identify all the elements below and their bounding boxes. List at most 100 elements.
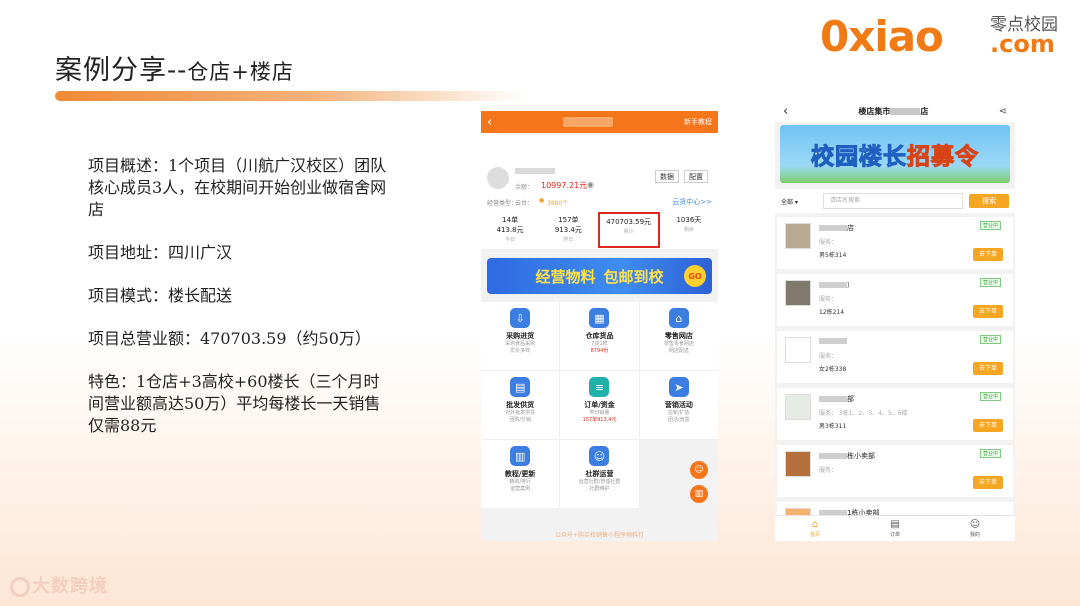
menu-desc: 优价多样 (510, 348, 531, 354)
building-store-app-screenshot: ‹ 楼店集市店 ⋖ 校园楼长 招募令 全部 ▾ 请店名搜索 搜索 店 服务： 男5… (775, 100, 1015, 541)
stat-today: 14单 413.8元 今日 (481, 215, 539, 248)
banner-right-text: 包邮到校 (603, 267, 664, 286)
menu-community[interactable]: ☺ 社群运营 运营社群/管理社群 社群维护 (560, 440, 639, 508)
store-name-redacted (563, 117, 614, 127)
tab-mine[interactable]: ☺ 我的 (935, 516, 1015, 541)
status-badge: 营业中 (979, 392, 1001, 401)
menu-label: 教程/更新 (504, 470, 536, 478)
stat-label: 累计 (623, 229, 634, 235)
menu-desc: 团活/盲盒 (667, 417, 690, 423)
name-redacted (819, 282, 847, 288)
menu-warehouse[interactable]: ▦ 仓库货品 7货1样 8794份 (560, 302, 639, 370)
tutorial-link[interactable]: 新手教程 (684, 117, 712, 127)
balance-value: 10997.21元 (541, 181, 588, 190)
list-item[interactable]: 店 服务： 男5栋314 营业中 去下单 (777, 217, 1013, 269)
menu-orders-funds[interactable]: ≡ 订单/资金 昨日销量 157单913.4元 (560, 371, 639, 439)
watermark: 大数跨境 (10, 572, 108, 598)
back-arrow-icon[interactable]: ‹ (487, 116, 492, 129)
book-icon: ▥ (510, 446, 531, 466)
customer-service-icon[interactable]: ☺ (690, 461, 708, 479)
stat-sub: 913.4元 (554, 226, 582, 234)
account-card: 余额： 10997.21元 ◉ 数据 配置 经营类型： 云台： ● 3880个 … (481, 133, 718, 250)
store-name: 栋小卖部 (819, 451, 875, 461)
store-service: 服务： (819, 239, 838, 246)
account-name-redacted (515, 168, 555, 174)
store-name-text: 栋小卖部 (847, 452, 875, 460)
eye-icon[interactable]: ◉ (587, 180, 594, 189)
overview-text: 项目概述：1个项目（川航广汉校区）团队核心成员3人，在校期间开始创业做宿舍网店 (88, 156, 387, 219)
stat-main: 157单 (558, 216, 579, 224)
menu-desc: 精商/排行 (509, 479, 531, 485)
search-button[interactable]: 搜索 (969, 194, 1009, 208)
menu-purchase[interactable]: ⇩ 采购进货 采购食品采购 优价多样 (481, 302, 560, 370)
tab-orders[interactable]: ▤ 订单 (855, 516, 935, 541)
cloud-center-link[interactable]: 云货中心>> (672, 197, 712, 207)
list-item[interactable]: 服务： 女2栋338 营业中 去下单 (777, 331, 1013, 383)
store-service: 服务： (819, 296, 838, 303)
back-arrow-icon[interactable]: ‹ (783, 104, 788, 119)
store-icon: ⌂ (668, 308, 689, 328)
menu-retail-store[interactable]: ⌂ 零售网店 零售零食网店 网店配送 (639, 302, 718, 370)
search-bar: 全部 ▾ 请店名搜索 搜索 (775, 189, 1015, 213)
store-name-text: ） (847, 281, 854, 289)
wholesale-icon: ▤ (510, 377, 531, 397)
slide-title-sub: 仓店+楼店 (187, 60, 294, 84)
stats-row: 14单 413.8元 今日 157单 913.4元 昨日 470703.59元 … (481, 212, 718, 248)
store-service: 服务： (819, 353, 838, 360)
menu-label: 订单/资金 (584, 401, 615, 409)
menu-wholesale[interactable]: ▤ 批发供货 对外批发供货 团购/分销 (481, 371, 560, 439)
menu-desc: 网店配送 (668, 348, 689, 354)
store-name: 店 (819, 223, 854, 233)
list-item[interactable]: 栋小卖部 服务： 营业中 去下单 (777, 445, 1013, 497)
store-name-text: 部 (847, 395, 854, 403)
case-description: 项目概述：1个项目（川航广汉校区）团队核心成员3人，在校期间开始创业做宿舍网店 … (88, 155, 388, 458)
balance-label: 余额： (515, 184, 534, 191)
page-title-suffix: 店 (920, 106, 929, 116)
stat-total-highlighted: 470703.59元 累计 (597, 212, 660, 248)
community-icon: ☺ (589, 446, 610, 466)
app-header: ‹ 新手教程 (481, 111, 718, 133)
search-input[interactable]: 请店名搜索 (823, 193, 963, 209)
order-button[interactable]: 去下单 (973, 476, 1003, 489)
category-select[interactable]: 全部 ▾ (781, 197, 817, 206)
stat-main: 14单 (502, 216, 519, 224)
menu-tutorials[interactable]: ▥ 教程/更新 精商/排行 运营案例 (481, 440, 560, 508)
store-address: 男3栋311 (819, 423, 847, 430)
order-button[interactable]: 去下单 (973, 305, 1003, 318)
stat-label: 剩余 (683, 227, 694, 233)
business-type-label: 经营类型： (487, 200, 518, 207)
status-badge: 营业中 (979, 221, 1001, 230)
tab-home[interactable]: ⌂ 首页 (775, 516, 855, 541)
store-thumbnail (785, 223, 811, 249)
data-button[interactable]: 数据 (655, 170, 679, 183)
menu-desc: 对外批发供货 (505, 410, 536, 416)
purchase-icon: ⇩ (510, 308, 531, 328)
brand-logo-text: 0xiao (820, 12, 944, 61)
orders-icon: ▤ (890, 519, 900, 530)
banner-left-text: 校园楼长 (811, 144, 907, 171)
config-button[interactable]: 配置 (684, 170, 708, 183)
menu-marketing[interactable]: ➤ 营销活动 拉新/扩店 团活/盲盒 (639, 371, 718, 439)
menu-desc: 昨日销量 (589, 410, 610, 416)
list-item[interactable]: 部 服务： 3栋1、2、3、4、5、6楼 男3栋311 营业中 去下单 (777, 388, 1013, 440)
go-badge[interactable]: GO (684, 265, 706, 287)
order-button[interactable]: 去下单 (973, 419, 1003, 432)
notes-icon[interactable]: ▥ (690, 485, 708, 503)
menu-desc: 运营社群/管理社群 (578, 479, 621, 485)
order-button[interactable]: 去下单 (973, 248, 1003, 261)
menu-desc: 采购食品采购 (505, 341, 536, 347)
tab-label: 我的 (969, 532, 980, 538)
tab-label: 首页 (809, 532, 820, 538)
stat-yesterday: 157单 913.4元 昨日 (539, 215, 597, 248)
feature-text: 特色：1仓店+3高校+60楼长（三个月时间营业额高达50万）平均每楼长一天销售仅… (88, 372, 381, 435)
list-item[interactable]: ） 服务： 12栋214 营业中 去下单 (777, 274, 1013, 326)
store-thumbnail (785, 280, 811, 306)
order-button[interactable]: 去下单 (973, 362, 1003, 375)
share-icon[interactable]: ⋖ (999, 106, 1007, 117)
recruit-banner[interactable]: 校园楼长 招募令 (780, 125, 1010, 183)
materials-banner[interactable]: 经营物料 包邮到校 GO (487, 258, 712, 294)
coin-count: 3880个 (547, 200, 569, 207)
page-title: 楼店集市 店 (858, 106, 928, 117)
store-name-redacted (890, 107, 921, 115)
store-address: 男5栋314 (819, 252, 847, 259)
